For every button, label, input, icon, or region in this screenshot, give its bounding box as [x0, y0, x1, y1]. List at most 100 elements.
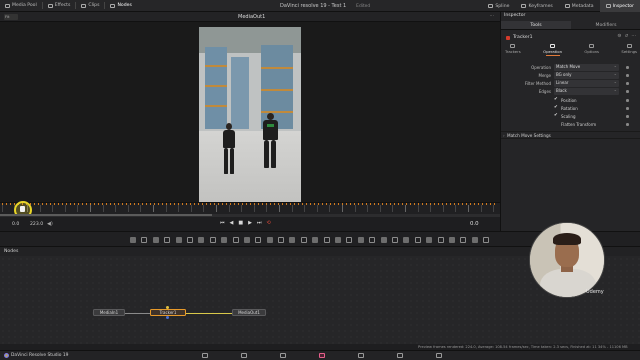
go-to-end-button[interactable]: ⏭ [257, 220, 262, 226]
time-ruler[interactable] [0, 202, 500, 214]
topbar-nodes[interactable]: Nodes [105, 0, 136, 12]
keyframe-dot-icon[interactable] [626, 74, 629, 77]
text-tool-icon[interactable] [152, 237, 159, 243]
displace-tool-icon[interactable] [437, 237, 444, 243]
checkbox-position[interactable]: ✔ [554, 97, 558, 102]
node-mediaout1[interactable]: MediaOut1 [232, 309, 266, 316]
check-scaling[interactable]: ✔ Scaling [501, 113, 640, 120]
pemitter-tool-icon[interactable] [403, 237, 410, 243]
shape-tool-icon[interactable] [289, 237, 296, 243]
check-rotation[interactable]: ✔ Rotation [501, 105, 640, 112]
version-icon[interactable]: ⚙ [617, 34, 621, 39]
media-page-icon[interactable] [202, 353, 208, 358]
deliver-page-icon[interactable] [436, 353, 442, 358]
transform-tool-icon[interactable] [209, 237, 216, 243]
node-input-port[interactable] [166, 306, 169, 309]
image-plane-tool-icon[interactable] [346, 237, 353, 243]
viewer-zoom-dropdown[interactable]: Fit [4, 14, 18, 20]
merge-tool-icon[interactable] [175, 237, 182, 243]
topbar-media-pool[interactable]: Media Pool [0, 0, 42, 12]
topbar-inspector[interactable]: Inspector [599, 0, 640, 12]
subtab-settings[interactable]: Settings [621, 44, 637, 58]
spot-light-tool-icon[interactable] [448, 237, 455, 243]
ellipse-tool-icon[interactable] [221, 237, 228, 243]
viewer-more-icon[interactable]: ⋯ [490, 14, 495, 19]
topbar-keyframes[interactable]: Keyframes [515, 0, 558, 12]
check-flatten-transform[interactable]: Flatten Transform [501, 121, 640, 128]
keyframe-dot-icon[interactable] [626, 90, 629, 93]
blur-tool-icon[interactable] [186, 237, 193, 243]
camera-tool-icon[interactable] [312, 237, 319, 243]
merge3d-tool-icon[interactable] [357, 237, 364, 243]
merge-select[interactable]: BG only [554, 71, 619, 79]
topbar-clips[interactable]: Clips [76, 0, 104, 12]
shape3d-tool-icon[interactable] [369, 237, 376, 243]
light-tool-icon[interactable] [323, 237, 330, 243]
current-time-field[interactable]: 0.0 [470, 221, 479, 227]
person-left-leg [230, 148, 234, 174]
color-corrector-tool-icon[interactable] [198, 237, 205, 243]
playhead-handle[interactable] [20, 206, 25, 212]
subtab-options[interactable]: Options [584, 44, 599, 58]
checkbox-flatten-transform[interactable] [554, 122, 558, 126]
edit-page-icon[interactable] [280, 353, 286, 358]
paint-tool-icon[interactable] [141, 237, 148, 243]
grid-tool-icon[interactable] [426, 237, 433, 243]
go-to-start-button[interactable]: ⏮ [220, 220, 225, 226]
match-move-settings-section[interactable]: › Match Move Settings [501, 131, 640, 139]
node-tracker1[interactable]: Tracker1 [150, 309, 186, 316]
viewer[interactable] [0, 22, 500, 203]
rack-beam [205, 65, 227, 67]
subtab-trackers[interactable]: Trackers [505, 44, 521, 58]
node-mediain1[interactable]: MediaIn1 [93, 309, 125, 316]
topbar-spline[interactable]: Spline [482, 0, 515, 12]
topbar-effects[interactable]: Effects [43, 0, 76, 12]
tab-tools[interactable]: Tools [501, 21, 571, 29]
keyframe-dot-icon[interactable] [626, 123, 629, 126]
keyframe-dot-icon[interactable] [626, 82, 629, 85]
checkbox-rotation[interactable]: ✔ [554, 105, 558, 110]
keyframe-dot-icon[interactable] [626, 66, 629, 69]
subtab-operation[interactable]: Operation [543, 44, 562, 58]
more-icon[interactable]: ⋯ [631, 34, 636, 39]
color-page-icon[interactable] [358, 353, 364, 358]
prender-tool-icon[interactable] [414, 237, 421, 243]
extra-tool-icon[interactable] [483, 237, 490, 243]
crop-tool-icon[interactable] [300, 237, 307, 243]
keyframe-dot-icon[interactable] [626, 99, 629, 102]
edges-select[interactable]: Black [554, 87, 619, 95]
keyframe-dot-icon[interactable] [626, 107, 629, 110]
reset-icon[interactable]: ↺ [625, 34, 629, 39]
tracker-tool-icon[interactable] [278, 237, 285, 243]
render-start-field[interactable]: 0.0 [12, 222, 19, 227]
text3d-tool-icon[interactable] [380, 237, 387, 243]
point-light-tool-icon[interactable] [460, 237, 467, 243]
checkbox-scaling[interactable]: ✔ [554, 113, 558, 118]
fairlight-page-icon[interactable] [397, 353, 403, 358]
fusion-page-icon[interactable] [319, 353, 325, 358]
topbar-metadata[interactable]: Metadata [559, 0, 600, 12]
loop-icon[interactable]: ⟲ [266, 220, 270, 226]
keyframe-dot-icon[interactable] [626, 115, 629, 118]
ambient-light-tool-icon[interactable] [471, 237, 478, 243]
play-button[interactable]: ▶ [248, 220, 252, 226]
bspline-tool-icon[interactable] [255, 237, 262, 243]
brush-tool-icon[interactable] [164, 237, 171, 243]
stop-button[interactable]: ■ [238, 220, 243, 226]
node-mask-port[interactable] [166, 316, 169, 319]
particle-tool-icon[interactable] [266, 237, 273, 243]
play-reverse-button[interactable]: ◀ [230, 220, 234, 226]
renderer-tool-icon[interactable] [335, 237, 342, 243]
tab-modifiers[interactable]: Modifiers [571, 21, 640, 29]
inspector-node-row[interactable]: Tracker1 ⚙ ↺ ⋯ [506, 34, 636, 41]
rectangle-tool-icon[interactable] [232, 237, 239, 243]
render-end-field[interactable]: 223.0 [30, 222, 43, 227]
cut-page-icon[interactable] [241, 353, 247, 358]
fbx-tool-icon[interactable] [391, 237, 398, 243]
filter-method-select[interactable]: Linear [554, 79, 619, 87]
volume-icon[interactable]: ◀) [47, 221, 53, 227]
background-tool-icon[interactable] [130, 237, 136, 243]
operation-select[interactable]: Match Move [554, 63, 619, 71]
polygon-tool-icon[interactable] [243, 237, 250, 243]
check-position[interactable]: ✔ Position [501, 97, 640, 104]
